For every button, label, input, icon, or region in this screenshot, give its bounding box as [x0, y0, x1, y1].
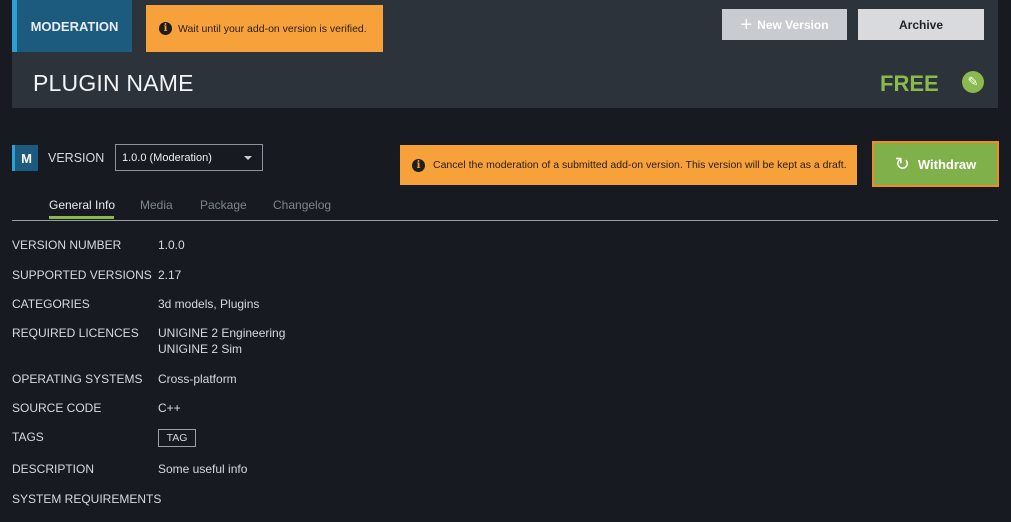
version-select[interactable]: 1.0.0 (Moderation)	[115, 144, 263, 171]
detail-value: Some useful info	[158, 462, 248, 476]
detail-value: C++	[158, 401, 181, 415]
version-label: VERSION	[48, 151, 105, 165]
withdraw-label: Withdraw	[917, 156, 977, 172]
detail-value: 3d models, Plugins	[158, 297, 260, 311]
version-select-value: 1.0.0 (Moderation)	[122, 151, 212, 164]
detail-label: SYSTEM REQUIREMENTS	[12, 492, 162, 506]
archive-button[interactable]: Archive	[858, 9, 984, 40]
version-tabs: General Info Media Package Changelog	[12, 195, 998, 221]
tab-changelog[interactable]: Changelog	[273, 198, 331, 212]
detail-value: 2.17	[158, 268, 182, 282]
pencil-icon[interactable]: ✎	[962, 71, 984, 93]
version-status-badge: M	[12, 145, 38, 171]
detail-label: REQUIRED LICENCES	[12, 326, 139, 340]
detail-label: SUPPORTED VERSIONS	[12, 268, 152, 282]
tab-package[interactable]: Package	[200, 198, 247, 212]
price-label: FREE	[880, 71, 939, 96]
detail-value: UNIGINE 2 Engineering	[158, 326, 286, 340]
plus-icon: +	[740, 13, 753, 36]
withdraw-notice: i Cancel the moderation of a submitted a…	[400, 145, 857, 185]
withdraw-button[interactable]: ↻ Withdraw	[872, 141, 999, 187]
tab-general-info[interactable]: General Info	[49, 198, 115, 212]
detail-value: Cross-platform	[158, 372, 237, 386]
verification-notice: i Wait until your add-on version is veri…	[146, 5, 383, 52]
new-version-button[interactable]: + New Version	[722, 9, 847, 40]
detail-label: DESCRIPTION	[12, 462, 95, 476]
refresh-icon: ↻	[894, 153, 910, 174]
detail-label: OPERATING SYSTEMS	[12, 372, 143, 386]
detail-label: TAGS	[12, 430, 44, 444]
detail-label: CATEGORIES	[12, 297, 90, 311]
new-version-label: New Version	[757, 17, 829, 32]
moderation-status-badge: MODERATION	[12, 0, 132, 52]
detail-label: SOURCE CODE	[12, 401, 102, 415]
chevron-down-icon	[244, 156, 252, 160]
verification-notice-text: Wait until your add-on version is verifi…	[178, 22, 367, 35]
info-icon: i	[159, 22, 172, 35]
withdraw-notice-text: Cancel the moderation of a submitted add…	[433, 159, 847, 171]
detail-value: UNIGINE 2 Sim	[158, 342, 243, 356]
active-tab-indicator	[49, 216, 114, 219]
info-icon: i	[412, 158, 425, 172]
plugin-name-title: PLUGIN NAME	[33, 70, 194, 96]
tag-chip[interactable]: TAG	[158, 429, 196, 447]
detail-value: 1.0.0	[158, 238, 185, 252]
tab-media[interactable]: Media	[140, 198, 173, 212]
detail-label: VERSION NUMBER	[12, 238, 122, 252]
